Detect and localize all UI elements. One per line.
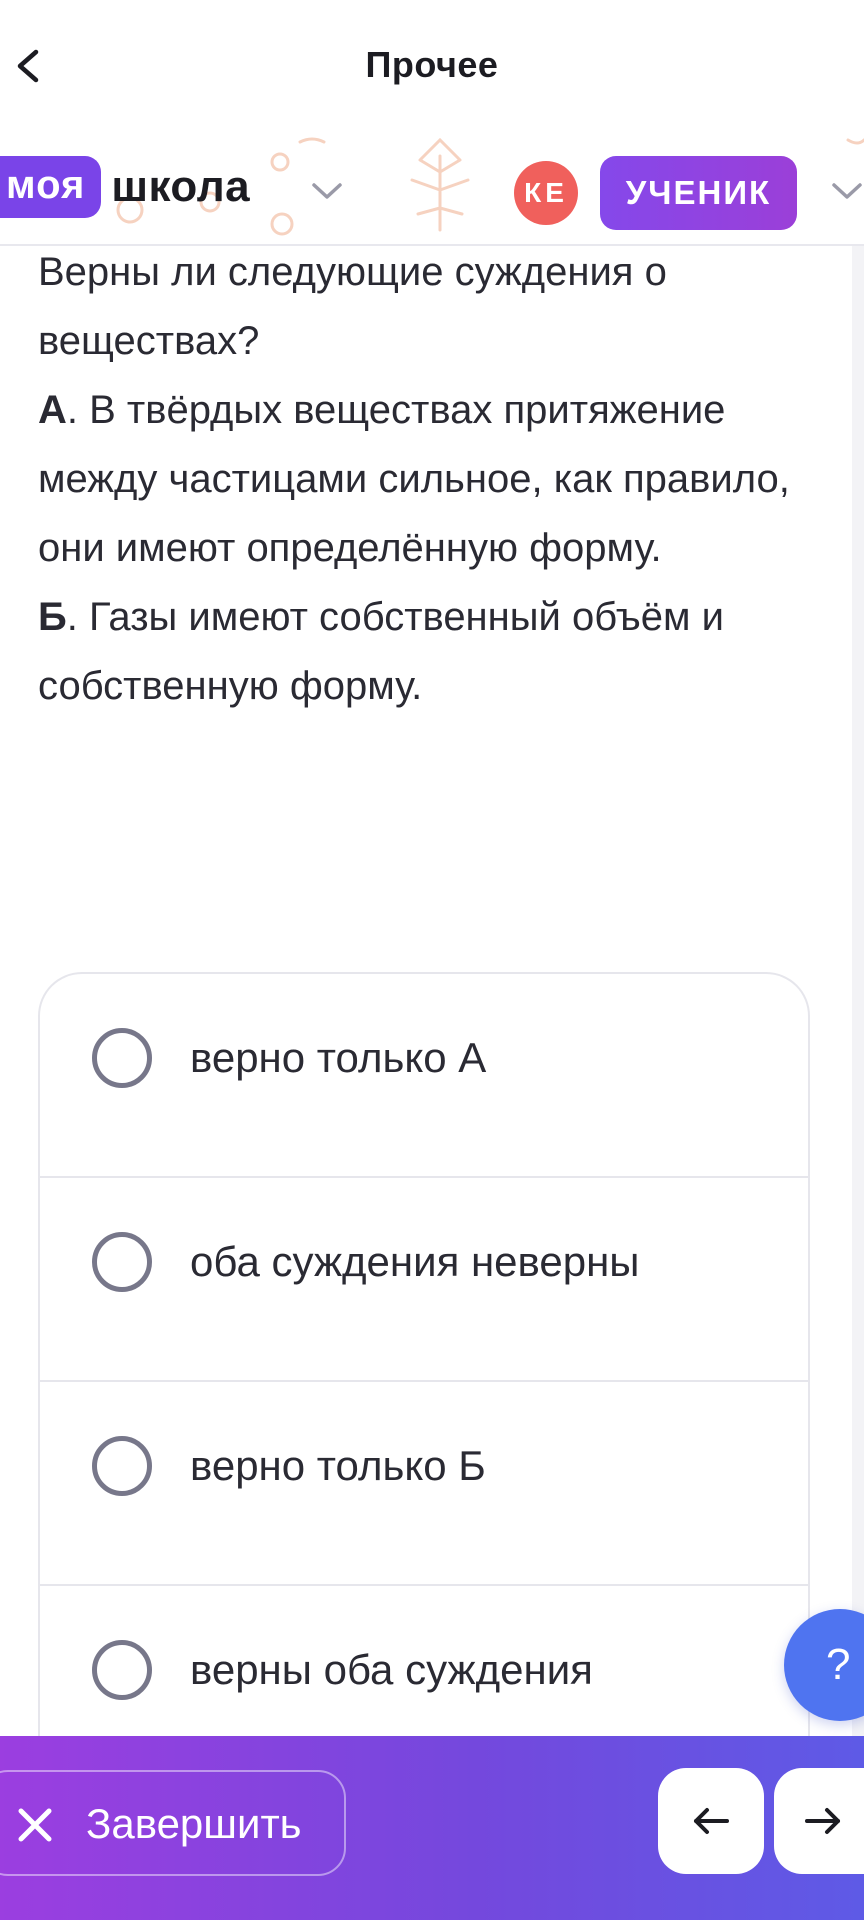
radio-button[interactable] (92, 1232, 152, 1292)
avatar[interactable]: КЕ (514, 161, 578, 225)
chevron-down-icon[interactable] (310, 180, 344, 202)
top-navigation-bar: Прочее (0, 0, 864, 132)
arrow-right-icon (805, 1808, 840, 1834)
bottom-action-bar: Завершить (0, 1736, 864, 1920)
answer-option[interactable]: оба суждения неверны (40, 1178, 808, 1382)
answer-option[interactable]: верны оба суждения (40, 1586, 808, 1752)
statement-a: А. В твёрдых веществах притяжение между … (38, 376, 818, 583)
chevron-down-icon[interactable] (830, 180, 864, 202)
logo-moya: моя (0, 156, 102, 218)
statement-label: Б (38, 595, 67, 639)
statement-label: А (38, 388, 67, 432)
radio-button[interactable] (92, 1436, 152, 1496)
answer-option-label: оба суждения неверны (190, 1238, 640, 1285)
finish-button-label: Завершить (86, 1800, 302, 1847)
quiz-screen: Прочее моя школа КЕ УЧЕНИК Верны ли след… (0, 0, 864, 1920)
question-text: Верны ли следующие суждения о веществах?… (38, 238, 818, 721)
answer-option-label: верны оба суждения (190, 1646, 593, 1693)
moya-shkola-logo[interactable]: моя школа (0, 156, 250, 218)
question-intro: Верны ли следующие суждения о веществах? (38, 250, 667, 363)
help-icon: ? (826, 1640, 851, 1689)
page-title: Прочее (365, 44, 499, 85)
next-question-button[interactable] (774, 1768, 864, 1874)
role-badge[interactable]: УЧЕНИК (600, 156, 797, 230)
radio-button[interactable] (92, 1028, 152, 1088)
statement-text: . Газы имеют собственный объём и собстве… (38, 595, 724, 708)
logo-shkola: школа (111, 162, 251, 211)
radio-button[interactable] (92, 1640, 152, 1700)
app-header: моя школа КЕ УЧЕНИК (0, 132, 864, 246)
close-icon (18, 1808, 52, 1842)
previous-question-button[interactable] (658, 1768, 764, 1874)
answer-option-label: верно только Б (190, 1442, 486, 1489)
statement-text: . В твёрдых веществах притяжение между ч… (38, 388, 790, 570)
arrow-left-icon (694, 1808, 729, 1834)
scrollbar-track[interactable] (852, 246, 864, 1736)
statement-b: Б. Газы имеют собственный объём и собств… (38, 583, 818, 721)
answer-option[interactable]: верно только А (40, 974, 808, 1178)
finish-button[interactable]: Завершить (0, 1770, 346, 1876)
answer-option[interactable]: верно только Б (40, 1382, 808, 1586)
answer-options: верно только А оба суждения неверны верн… (38, 972, 810, 1752)
answer-option-label: верно только А (190, 1034, 487, 1081)
